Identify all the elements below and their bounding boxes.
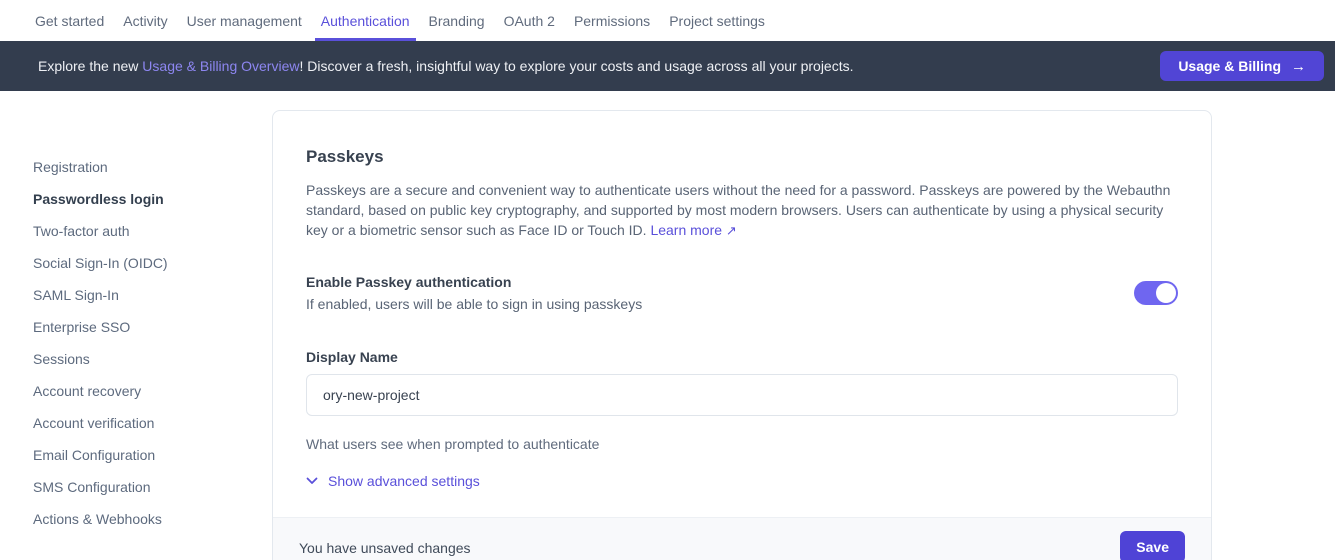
chevron-down-icon (306, 477, 318, 485)
unsaved-changes-bar: You have unsaved changes Save (273, 517, 1211, 560)
passkeys-description: Passkeys are a secure and convenient way… (306, 180, 1178, 241)
sidebar-item-social-sign-in[interactable]: Social Sign-In (OIDC) (33, 247, 272, 279)
sidebar-item-account-verification[interactable]: Account verification (33, 407, 272, 439)
show-advanced-settings[interactable]: Show advanced settings (306, 473, 1178, 489)
show-advanced-settings-label: Show advanced settings (328, 473, 480, 489)
top-navigation: Get started Activity User management Aut… (0, 0, 1335, 41)
passkeys-description-text: Passkeys are a secure and convenient way… (306, 182, 1170, 238)
tab-authentication[interactable]: Authentication (321, 0, 410, 41)
display-name-block: Display Name What users see when prompte… (306, 349, 1178, 452)
toggle-knob (1156, 283, 1176, 303)
sidebar-item-registration[interactable]: Registration (33, 151, 272, 183)
usage-billing-button[interactable]: Usage & Billing → (1160, 51, 1324, 81)
tab-oauth2[interactable]: OAuth 2 (504, 0, 555, 41)
unsaved-changes-status: You have unsaved changes (299, 531, 471, 556)
banner-message: Explore the new Usage & Billing Overview… (38, 58, 1160, 74)
learn-more-label: Learn more (650, 222, 722, 238)
enable-passkey-text: Enable Passkey authentication If enabled… (306, 274, 642, 312)
tab-permissions[interactable]: Permissions (574, 0, 650, 41)
arrow-right-icon: → (1291, 58, 1306, 75)
sidebar-item-sessions[interactable]: Sessions (33, 343, 272, 375)
display-name-label: Display Name (306, 349, 1178, 365)
sidebar-item-saml-sign-in[interactable]: SAML Sign-In (33, 279, 272, 311)
save-button[interactable]: Save (1120, 531, 1185, 560)
learn-more-link[interactable]: Learn more ↗ (650, 222, 736, 238)
banner-text-suffix: ! Discover a fresh, insightful way to ex… (299, 58, 853, 74)
tab-project-settings[interactable]: Project settings (669, 0, 765, 41)
page-title: Passkeys (306, 147, 1178, 167)
sidebar-item-passwordless-login[interactable]: Passwordless login (33, 183, 272, 215)
usage-billing-button-label: Usage & Billing (1178, 58, 1281, 74)
sidebar-item-account-recovery[interactable]: Account recovery (33, 375, 272, 407)
usage-billing-overview-link[interactable]: Usage & Billing Overview (142, 58, 299, 74)
display-name-input[interactable] (306, 374, 1178, 416)
enable-passkey-row: Enable Passkey authentication If enabled… (306, 274, 1178, 312)
sidebar-item-sms-configuration[interactable]: SMS Configuration (33, 471, 272, 503)
settings-sidebar: Registration Passwordless login Two-fact… (0, 91, 272, 535)
enable-passkey-description: If enabled, users will be able to sign i… (306, 296, 642, 312)
sidebar-item-actions-webhooks[interactable]: Actions & Webhooks (33, 503, 272, 535)
external-link-icon: ↗ (726, 223, 737, 238)
display-name-helper: What users see when prompted to authenti… (306, 436, 1178, 452)
tab-activity[interactable]: Activity (123, 0, 167, 41)
enable-passkey-label: Enable Passkey authentication (306, 274, 642, 290)
sidebar-item-two-factor-auth[interactable]: Two-factor auth (33, 215, 272, 247)
sidebar-item-enterprise-sso[interactable]: Enterprise SSO (33, 311, 272, 343)
sidebar-item-email-configuration[interactable]: Email Configuration (33, 439, 272, 471)
tab-user-management[interactable]: User management (187, 0, 302, 41)
content-area: Registration Passwordless login Two-fact… (0, 91, 1335, 560)
tab-get-started[interactable]: Get started (35, 0, 104, 41)
passkeys-settings-card: Passkeys Passkeys are a secure and conve… (272, 110, 1212, 560)
usage-billing-banner: Explore the new Usage & Billing Overview… (0, 41, 1335, 91)
tab-branding[interactable]: Branding (429, 0, 485, 41)
banner-text-prefix: Explore the new (38, 58, 142, 74)
passkey-toggle[interactable] (1134, 281, 1178, 305)
